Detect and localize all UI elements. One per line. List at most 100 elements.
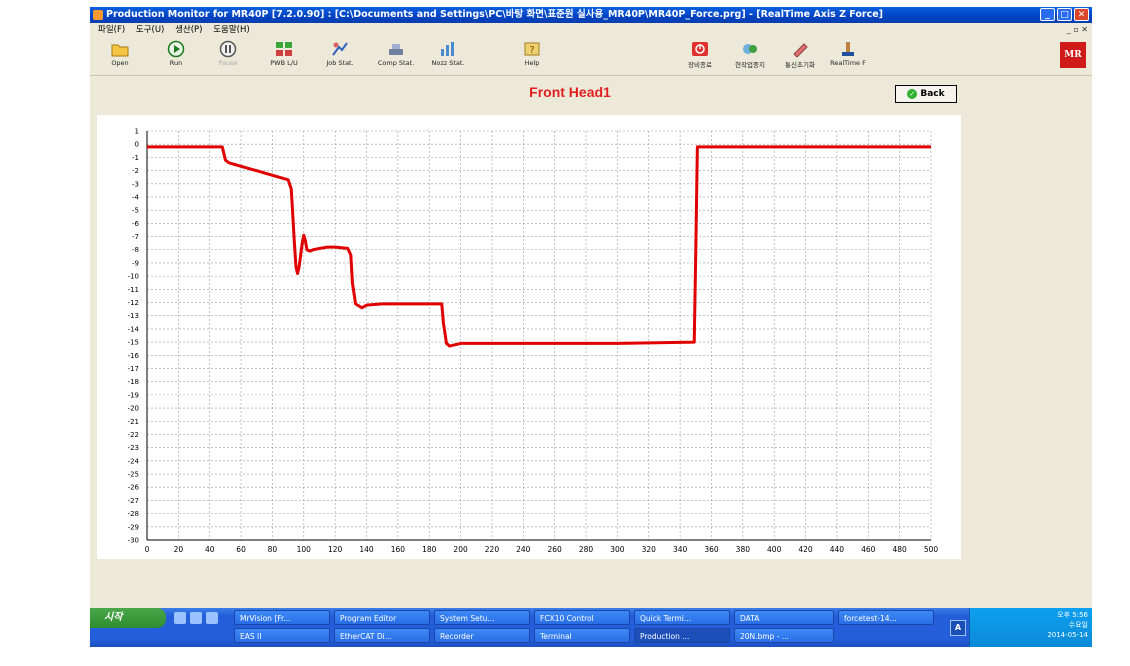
- title-bar[interactable]: Production Monitor for MR40P [7.2.0.90] …: [90, 7, 1092, 23]
- y-tick-label: -17: [128, 365, 139, 373]
- y-tick-label: 1: [135, 128, 139, 136]
- shutdown-button[interactable]: 장비종료: [672, 40, 728, 74]
- y-tick-label: -23: [128, 444, 139, 452]
- x-tick-label: 260: [548, 545, 563, 554]
- task-ethercat[interactable]: EtherCAT Di...: [334, 628, 430, 643]
- run-button[interactable]: Run: [148, 40, 204, 74]
- x-tick-label: 280: [579, 545, 594, 554]
- x-tick-label: 480: [892, 545, 907, 554]
- task-quick-terminal[interactable]: Quick Termi...: [634, 610, 730, 625]
- y-tick-label: -13: [128, 312, 139, 320]
- x-tick-label: 80: [268, 545, 278, 554]
- y-tick-label: -30: [128, 537, 139, 545]
- system-tray: 오후 5:56 수요일 2014-05-14: [969, 608, 1092, 647]
- y-tick-label: -28: [128, 510, 139, 518]
- help-button[interactable]: ? Help: [504, 40, 560, 74]
- job-stat-button[interactable]: Job Stat.: [312, 40, 368, 74]
- x-tick-label: 320: [642, 545, 657, 554]
- nozzle-stat-icon: [441, 42, 454, 56]
- menu-bar: 파일(F) 도구(U) 생산(P) 도움말(H) _ ▫ ✕: [90, 23, 1092, 37]
- x-tick-label: 0: [145, 545, 150, 554]
- x-tick-label: 100: [297, 545, 312, 554]
- minimize-button[interactable]: _: [1040, 8, 1055, 21]
- y-tick-label: -16: [128, 352, 140, 360]
- y-tick-label: -7: [132, 233, 139, 241]
- main-content: Front Head1 ✓ Back 0 20 40 60 80 100 120 140 160 1…: [90, 76, 1092, 602]
- task-system-setup[interactable]: System Setu...: [434, 610, 530, 625]
- ie-icon[interactable]: [206, 612, 218, 624]
- back-button-label: Back: [920, 89, 945, 99]
- y-tick-label: -1: [132, 154, 139, 162]
- x-tick-label: 180: [422, 545, 437, 554]
- mdi-controls[interactable]: _ ▫ ✕: [1067, 23, 1088, 37]
- x-tick-label: 300: [610, 545, 625, 554]
- task-fcx10-control[interactable]: FCX10 Control: [534, 610, 630, 625]
- comp-stat-button[interactable]: Comp Stat.: [368, 40, 424, 74]
- task-terminal[interactable]: Terminal: [534, 628, 630, 643]
- open-button[interactable]: Open: [92, 40, 148, 74]
- stop-job-icon: [743, 44, 757, 54]
- y-tick-label: -5: [132, 207, 139, 215]
- start-button[interactable]: 시작: [90, 608, 166, 628]
- comp-stat-icon: [389, 44, 403, 55]
- y-tick-label: -20: [128, 405, 139, 413]
- quicklaunch-icon[interactable]: [174, 612, 186, 624]
- job-stat-icon: [332, 42, 348, 56]
- x-tick-label: 500: [924, 545, 939, 554]
- task-recorder[interactable]: Recorder: [434, 628, 530, 643]
- menu-file[interactable]: 파일(F): [98, 25, 125, 35]
- task-bmp-image[interactable]: 20N.bmp - ...: [734, 628, 834, 643]
- x-tick-label: 340: [673, 545, 688, 554]
- y-tick-label: -11: [128, 286, 139, 294]
- x-tick-label: 460: [861, 545, 876, 554]
- y-tick-label: -29: [128, 523, 139, 531]
- pwb-load-icon: [276, 42, 292, 56]
- maximize-button[interactable]: □: [1057, 8, 1072, 21]
- y-tick-label: -18: [128, 378, 139, 386]
- y-tick-label: -15: [128, 339, 139, 347]
- y-tick-label: -8: [132, 246, 139, 254]
- task-mrvision[interactable]: MrVision [Fr...: [234, 610, 330, 625]
- language-indicator[interactable]: A: [950, 620, 966, 636]
- x-tick-label: 360: [704, 545, 719, 554]
- force-series-line: [147, 145, 931, 348]
- x-tick-label: 40: [205, 545, 215, 554]
- task-data-folder[interactable]: DATA: [734, 610, 834, 625]
- play-icon: [167, 40, 185, 58]
- task-production-monitor[interactable]: Production ...: [634, 628, 730, 643]
- back-button[interactable]: ✓ Back: [895, 85, 957, 103]
- x-tick-label: 140: [359, 545, 374, 554]
- company-logo: MR: [1060, 42, 1086, 68]
- quicklaunch-icon[interactable]: [190, 612, 202, 624]
- realtime-force-button[interactable]: RealTime F: [820, 40, 876, 74]
- svg-text:?: ?: [529, 45, 534, 56]
- menu-help[interactable]: 도움말(H): [213, 25, 249, 35]
- folder-open-icon: [111, 44, 129, 57]
- pause-icon: [219, 40, 237, 58]
- close-button[interactable]: ✕: [1074, 8, 1089, 21]
- nozz-stat-button[interactable]: Nozz Stat.: [420, 40, 476, 74]
- stop-job-button[interactable]: 현작업중지: [722, 40, 778, 74]
- x-tick-label: 400: [767, 545, 782, 554]
- y-tick-label: -26: [128, 484, 140, 492]
- task-program-editor[interactable]: Program Editor: [334, 610, 430, 625]
- x-tick-label: 160: [391, 545, 406, 554]
- clock[interactable]: 오후 5:56 수요일 2014-05-14: [1047, 610, 1088, 640]
- power-off-icon: [692, 42, 708, 56]
- taskbar: 시작 MrVision [Fr... Program Editor System…: [90, 608, 1092, 647]
- window-title: Production Monitor for MR40P [7.2.0.90] …: [106, 9, 884, 20]
- y-tick-label: -19: [128, 391, 139, 399]
- y-tick-label: -24: [128, 457, 140, 465]
- x-tick-label: 240: [516, 545, 531, 554]
- y-tick-label: -14: [128, 325, 140, 333]
- clock-date: 2014-05-14: [1047, 631, 1088, 639]
- menu-tools[interactable]: 도구(U): [136, 25, 165, 35]
- toolbar: Open Run Pause PWB L/U Job Stat. Comp St…: [90, 37, 1092, 76]
- task-eas[interactable]: EAS II: [234, 628, 330, 643]
- pwb-load-button[interactable]: PWB L/U: [256, 40, 312, 74]
- task-forcetest[interactable]: forcetest-14...: [838, 610, 934, 625]
- pause-button[interactable]: Pause: [200, 40, 256, 74]
- comm-reset-icon: [793, 43, 808, 58]
- menu-production[interactable]: 생산(P): [175, 25, 202, 35]
- x-tick-label: 380: [736, 545, 751, 554]
